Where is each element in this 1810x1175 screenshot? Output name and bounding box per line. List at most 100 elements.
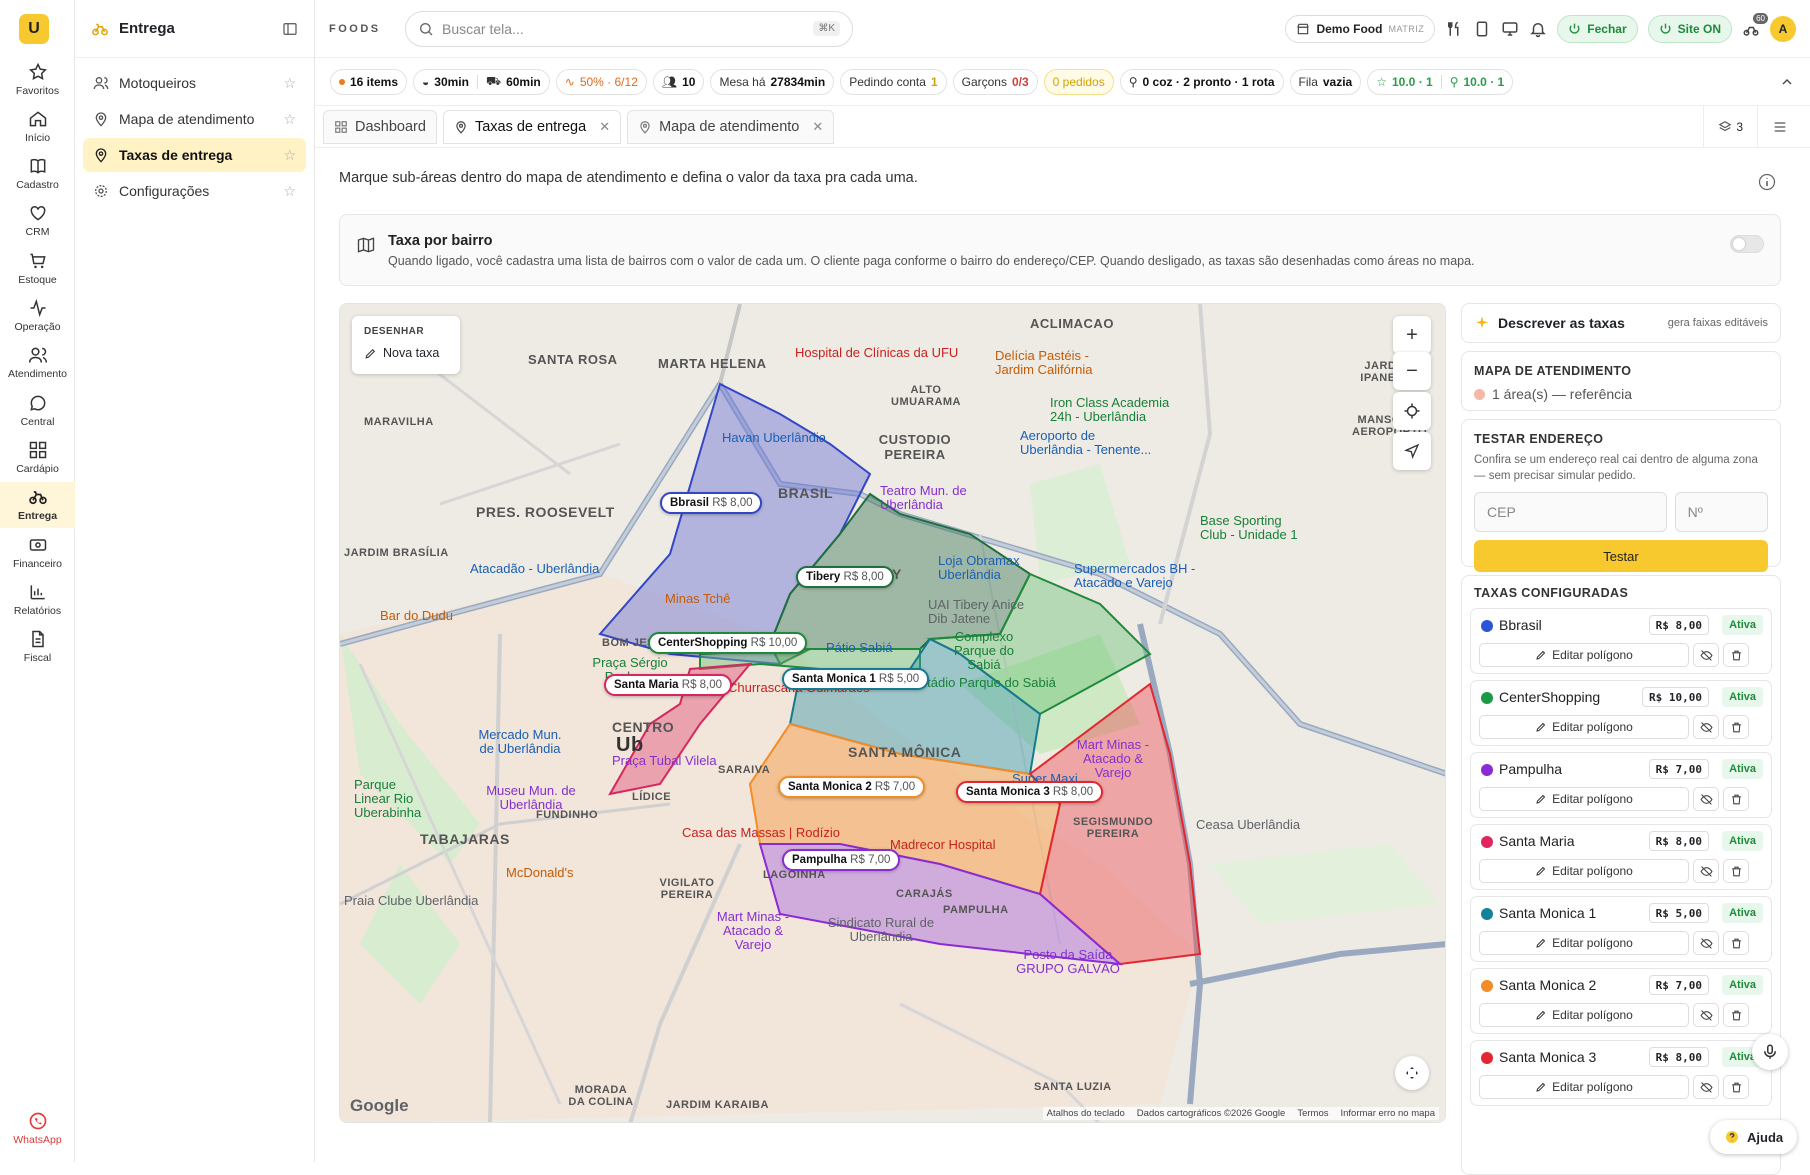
poi-label[interactable]: Hospital de Clínicas da UFU	[795, 346, 958, 360]
avatar[interactable]: A	[1770, 15, 1796, 42]
zone-tag-santa-monica-1[interactable]: Santa Monica 1 R$ 5,00	[782, 668, 930, 690]
poi-label[interactable]: Madrecor Hospital	[890, 838, 996, 852]
poi-label[interactable]: Posto da Saída GRUPO GALVÃO	[1008, 948, 1128, 976]
monitor-icon[interactable]	[1501, 20, 1519, 38]
poi-label[interactable]: Havan Uberlândia	[722, 431, 826, 445]
fee-price[interactable]: R$ 8,00	[1648, 1047, 1709, 1067]
edit-polygon-button[interactable]: Editar polígono	[1479, 859, 1689, 883]
rail-item-central[interactable]: Central	[0, 387, 75, 433]
test-button[interactable]: Testar	[1474, 540, 1768, 572]
delete-zone-button[interactable]	[1723, 1003, 1749, 1027]
fee-price[interactable]: R$ 5,00	[1648, 903, 1709, 923]
crosshair-button[interactable]	[1393, 392, 1431, 430]
close-store-button[interactable]: Fechar	[1557, 14, 1638, 43]
zone-tag-bbrasil[interactable]: Bbrasil R$ 8,00	[660, 492, 763, 514]
locate-button[interactable]	[1393, 432, 1431, 470]
poi-label[interactable]: Supermercados BH - Atacado e Varejo	[1074, 562, 1214, 590]
chevron-up-icon[interactable]	[1779, 74, 1795, 90]
delete-zone-button[interactable]	[1723, 931, 1749, 955]
info-icon[interactable]	[1757, 172, 1777, 192]
sidebar-item-taxas[interactable]: Taxas de entrega ☆	[83, 138, 306, 172]
rail-item-fiscal[interactable]: Fiscal	[0, 624, 75, 670]
sidebar-item-configuracoes[interactable]: Configurações ☆	[83, 174, 306, 208]
poi-label[interactable]: Atacadão - Uberlândia	[470, 562, 599, 576]
zoom-in-button[interactable]: +	[1393, 316, 1431, 354]
number-input[interactable]: Nº	[1674, 492, 1768, 532]
microphone-button[interactable]	[1752, 1034, 1788, 1070]
menu-button[interactable]	[1757, 105, 1802, 148]
rail-item-crm[interactable]: CRM	[0, 198, 75, 244]
poi-label[interactable]: Complexo Parque do Sabiá	[944, 630, 1024, 672]
kitchen-chip[interactable]: ⚲ 0 coz · 2 pronto · 1 rota	[1119, 68, 1284, 95]
edit-polygon-button[interactable]: Editar polígono	[1479, 715, 1689, 739]
help-button[interactable]: Ajuda	[1710, 1120, 1798, 1154]
edit-polygon-button[interactable]: Editar polígono	[1479, 643, 1689, 667]
poi-label[interactable]: Mercado Mun. de Uberlândia	[470, 728, 570, 756]
poi-label[interactable]: Base Sporting Club - Unidade 1	[1200, 514, 1300, 542]
rail-item-entrega[interactable]: Entrega	[0, 481, 75, 528]
poi-label[interactable]: Minas Tchê	[665, 592, 731, 606]
fee-price[interactable]: R$ 7,00	[1648, 759, 1709, 779]
close-tab-icon[interactable]: ✕	[812, 119, 823, 135]
poi-label[interactable]: Mart Minas - Atacado & Varejo	[1068, 738, 1158, 780]
fee-status-badge[interactable]: Ativa	[1722, 759, 1763, 779]
tab-taxas[interactable]: Taxas de entrega ✕	[442, 109, 622, 144]
hide-zone-button[interactable]	[1693, 643, 1719, 667]
zoom-out-button[interactable]: −	[1393, 352, 1431, 390]
poi-label[interactable]: Loja Obramax Uberlândia	[938, 554, 1028, 582]
favorite-star-icon[interactable]: ☆	[283, 183, 296, 200]
attribution-item[interactable]: Atalhos do teclado	[1047, 1108, 1125, 1119]
tabs-count-button[interactable]: 3	[1703, 105, 1757, 148]
rail-item-operação[interactable]: Operação	[0, 293, 75, 339]
zone-tag-centershopping[interactable]: CenterShopping R$ 10,00	[648, 632, 808, 654]
bell-icon[interactable]	[1529, 20, 1547, 38]
poi-label[interactable]: Teatro Mun. de Uberlândia	[880, 484, 970, 512]
attribution-item[interactable]: Termos	[1297, 1108, 1328, 1119]
edit-polygon-button[interactable]: Editar polígono	[1479, 1003, 1689, 1027]
rail-item-financeiro[interactable]: Financeiro	[0, 529, 75, 575]
describe-fees-card[interactable]: Descrever as taxas gera faixas editáveis	[1461, 303, 1781, 343]
poi-label[interactable]: Pátio Sabiá	[826, 641, 893, 655]
rail-item-relatórios[interactable]: Relatórios	[0, 576, 75, 622]
fee-price[interactable]: R$ 10,00	[1642, 687, 1709, 707]
zone-tag-santa-monica-3[interactable]: Santa Monica 3 R$ 8,00	[956, 781, 1104, 803]
items-chip[interactable]: 16 items	[330, 68, 408, 95]
delivery-bike-icon[interactable]: 60	[1742, 12, 1768, 38]
delete-zone-button[interactable]	[1723, 787, 1749, 811]
poi-label[interactable]: Bar do Dudu	[380, 609, 453, 623]
hide-zone-button[interactable]	[1693, 859, 1719, 883]
hide-zone-button[interactable]	[1693, 931, 1719, 955]
close-tab-icon[interactable]: ✕	[599, 119, 610, 135]
fee-status-badge[interactable]: Ativa	[1722, 615, 1763, 635]
edit-polygon-button[interactable]: Editar polígono	[1479, 931, 1689, 955]
hide-zone-button[interactable]	[1693, 787, 1719, 811]
rail-whatsapp[interactable]: WhatsApp	[0, 1102, 75, 1154]
cep-input[interactable]: CEP	[1474, 492, 1667, 532]
pedidos-chip[interactable]: 0 pedidos	[1043, 68, 1114, 95]
pedindo-chip[interactable]: Pedindo conta 1	[840, 68, 947, 95]
fee-status-badge[interactable]: Ativa	[1722, 831, 1763, 851]
fila-chip[interactable]: Fila vazia	[1289, 68, 1362, 95]
tab-dashboard[interactable]: Dashboard	[323, 109, 437, 144]
store-selector[interactable]: Demo Food MATRIZ	[1285, 14, 1436, 43]
tab-mapa[interactable]: Mapa de atendimento ✕	[627, 109, 835, 144]
delete-zone-button[interactable]	[1723, 1075, 1749, 1099]
edit-polygon-button[interactable]: Editar polígono	[1479, 787, 1689, 811]
poi-label[interactable]: Casa das Massas | Rodízio	[682, 826, 840, 840]
fee-status-badge[interactable]: Ativa	[1722, 687, 1763, 707]
zone-tag-tibery[interactable]: Tibery R$ 8,00	[796, 566, 894, 588]
bairro-toggle[interactable]	[1730, 235, 1764, 253]
poi-label[interactable]: Estádio Parque do Sabiá	[912, 676, 1056, 690]
rail-item-estoque[interactable]: Estoque	[0, 245, 75, 291]
poi-label[interactable]: Iron Class Academia 24h - Uberlândia	[1050, 396, 1190, 424]
favorite-star-icon[interactable]: ☆	[283, 147, 296, 164]
fee-price[interactable]: R$ 7,00	[1648, 975, 1709, 995]
hide-zone-button[interactable]	[1693, 715, 1719, 739]
poi-label[interactable]: Museu Mun. de Uberlândia	[486, 784, 576, 812]
capacity-chip[interactable]: ∿ 50% · 6/12	[555, 68, 647, 95]
poi-label[interactable]: Aeroporto de Uberlândia - Tenente...	[1020, 429, 1160, 457]
people-chip[interactable]: 👥︎ 10	[652, 68, 705, 95]
new-fee-button[interactable]: Nova taxa	[364, 346, 439, 360]
rating-chip[interactable]: ☆ 10.0 · 1 ⚲ 10.0 · 1	[1367, 68, 1514, 95]
poi-label[interactable]: Parque Linear Rio Uberabinha	[354, 778, 424, 820]
